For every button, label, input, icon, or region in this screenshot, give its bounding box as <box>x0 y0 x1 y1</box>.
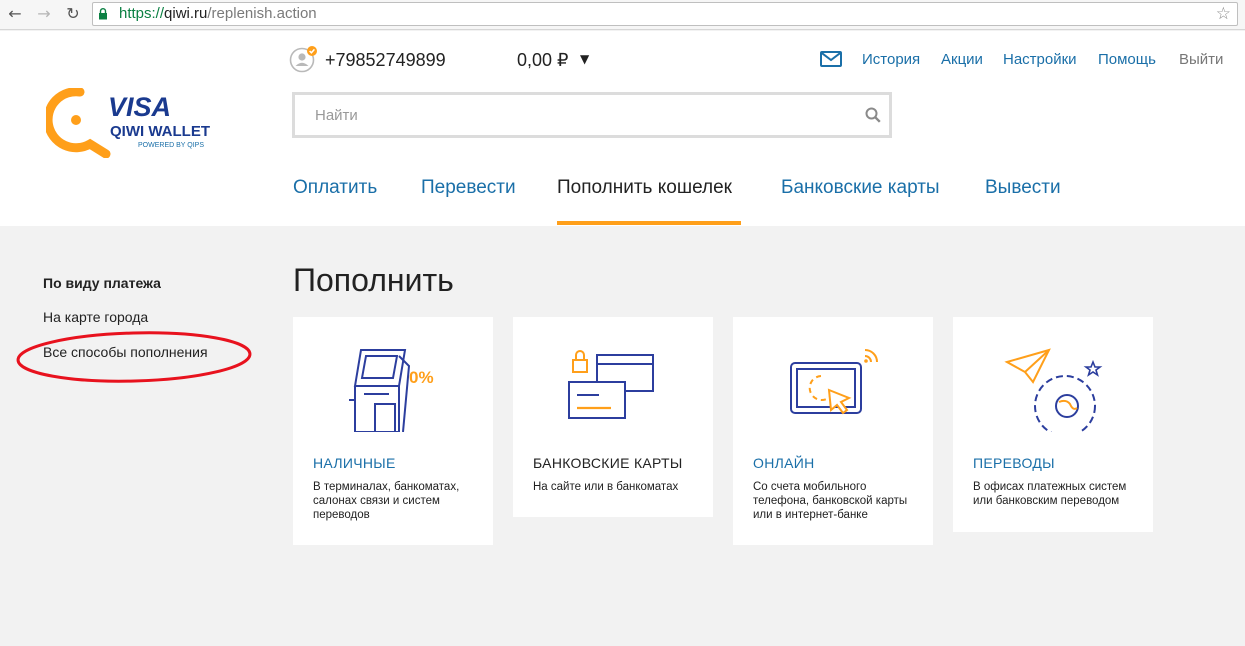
tab-withdraw[interactable]: Вывести <box>985 177 1061 199</box>
browser-toolbar: ← → ↻ https://qiwi.ru/replenish.action ☆ <box>0 0 1245 30</box>
search-box <box>292 92 892 138</box>
settings-link[interactable]: Настройки <box>1003 51 1077 68</box>
visa-qiwi-wallet-logo[interactable]: VISA QIWI WALLET POWERED BY QIPS <box>46 88 226 158</box>
mail-icon[interactable] <box>820 51 842 67</box>
active-tab-indicator <box>557 221 741 225</box>
bank-cards-icon <box>568 350 654 419</box>
search-icon[interactable] <box>865 107 881 123</box>
tab-replenish-wallet[interactable]: Пополнить кошелек <box>557 177 732 199</box>
search-input[interactable] <box>295 95 855 135</box>
method-card-online[interactable]: ОНЛАЙН Со счета мобильного телефона, бан… <box>733 317 933 545</box>
phone-number: +79852749899 <box>325 50 446 70</box>
history-link[interactable]: История <box>862 51 920 68</box>
lock-icon <box>99 8 107 20</box>
card-title-cash: НАЛИЧНЫЕ <box>313 455 396 471</box>
card-desc-online: Со счета мобильного телефона, банковской… <box>753 481 908 521</box>
card-title-online: ОНЛАЙН <box>753 455 815 471</box>
back-arrow-icon[interactable]: ← <box>5 4 25 24</box>
card-desc-bank-cards: На сайте или в банкоматах <box>533 481 679 493</box>
logo-wallet-text: QIWI WALLET <box>110 123 210 140</box>
card-cash-badge: 0% <box>409 368 434 387</box>
sidebar-title: По виду платежа <box>43 275 161 291</box>
method-card-transfers[interactable]: ПЕРЕВОДЫ В офисах платежных систем или б… <box>953 317 1153 532</box>
method-card-bank-cards[interactable]: БАНКОВСКИЕ КАРТЫ На сайте или в банкомат… <box>513 317 713 517</box>
logo-powered-text: POWERED BY QIPS <box>138 142 204 149</box>
page-title: Пополнить <box>293 262 454 298</box>
chevron-down-icon[interactable]: ▼ <box>580 52 589 66</box>
red-annotation-ellipse <box>16 331 252 383</box>
transfers-icon <box>1004 348 1103 432</box>
card-title-transfers: ПЕРЕВОДЫ <box>973 455 1055 471</box>
address-bar[interactable]: https://qiwi.ru/replenish.action ☆ <box>92 2 1238 26</box>
card-title-bank-cards: БАНКОВСКИЕ КАРТЫ <box>533 455 683 471</box>
logout-link[interactable]: Выйти <box>1179 51 1223 68</box>
balance-value[interactable]: 0,00 ₽ <box>517 50 569 71</box>
tab-bank-cards[interactable]: Банковские карты <box>781 177 940 199</box>
terminal-icon: 0% <box>349 349 434 432</box>
url-text: https://qiwi.ru/replenish.action <box>119 5 317 22</box>
help-link[interactable]: Помощь <box>1098 51 1156 68</box>
tab-pay[interactable]: Оплатить <box>293 177 377 199</box>
reload-icon[interactable]: ↻ <box>63 4 83 24</box>
card-desc-cash: В терминалах, банкоматах, салонах связи … <box>313 481 460 521</box>
site-header: VISA QIWI WALLET POWERED BY QIPS +798527… <box>0 31 1245 226</box>
avatar-icon[interactable] <box>289 45 319 75</box>
card-desc-transfers: В офисах платежных систем или банковским… <box>973 481 1127 507</box>
sidebar-item-city-map[interactable]: На карте города <box>43 309 148 325</box>
forward-arrow-icon[interactable]: → <box>34 4 54 24</box>
method-card-cash[interactable]: 0% НАЛИЧНЫЕ В терминалах, банкоматах, са… <box>293 317 493 545</box>
promos-link[interactable]: Акции <box>941 51 983 68</box>
online-icon <box>790 349 878 415</box>
logo-visa-text: VISA <box>108 92 171 122</box>
tab-transfer[interactable]: Перевести <box>421 177 516 199</box>
bookmark-star-icon[interactable]: ☆ <box>1216 4 1231 24</box>
